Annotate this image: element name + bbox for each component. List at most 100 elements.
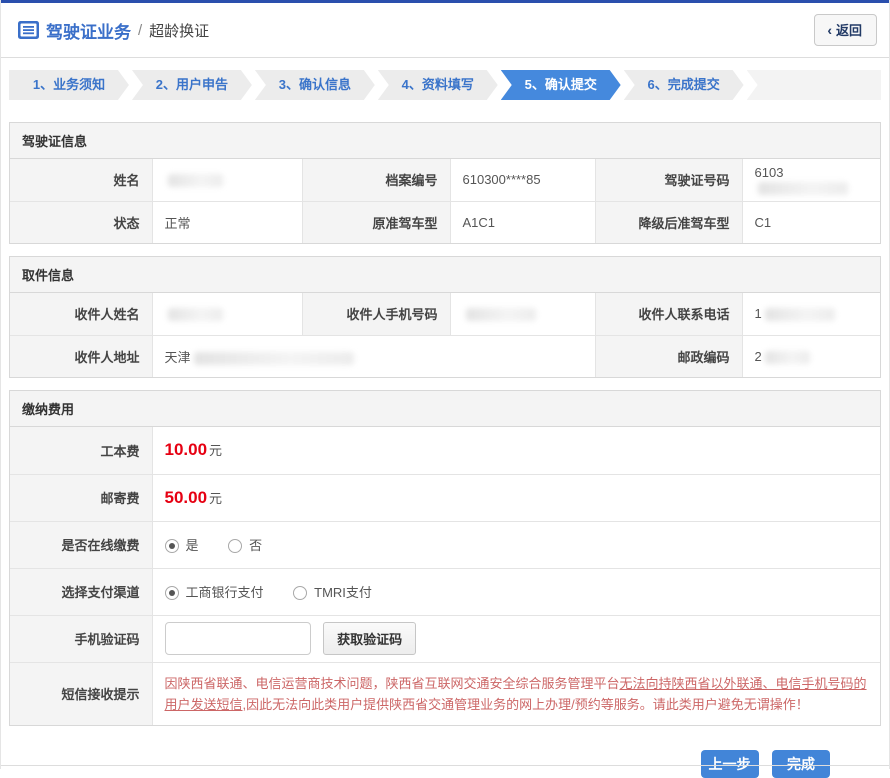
radio-unchecked-icon: [293, 586, 307, 600]
recipient-tel-label: 收件人联系电话: [595, 293, 742, 335]
sms-code-input[interactable]: [165, 622, 311, 655]
radio-channel-tmri[interactable]: TMRI支付: [293, 585, 372, 600]
recipient-name-value: [152, 293, 302, 335]
license-no-label: 驾驶证号码: [595, 159, 742, 201]
step-1-notice[interactable]: 1、业务须知: [9, 70, 129, 100]
redacted-value: [168, 308, 223, 321]
step-nav: 1、业务须知 2、用户申告 3、确认信息 4、资料填写 5、确认提交 6、完成提…: [9, 70, 881, 100]
status-label: 状态: [10, 201, 152, 243]
sms-code-cell: 获取验证码: [152, 615, 880, 662]
table-row: 短信接收提示 因陕西省联通、电信运营商技术问题，陕西省互联网交通安全综合服务管理…: [10, 662, 880, 725]
license-no-value: 6103: [742, 159, 880, 201]
online-pay-label: 是否在线缴费: [10, 521, 152, 568]
chevron-left-icon: ‹: [827, 22, 832, 38]
notice-part2: ,因此无法向此类用户提供陕西省交通管理业务的网上办理/预约等服务。请此类用户避免…: [243, 697, 809, 712]
recipient-mobile-label: 收件人手机号码: [302, 293, 450, 335]
back-button[interactable]: ‹ 返回: [814, 14, 877, 46]
name-label: 姓名: [10, 159, 152, 201]
table-row: 工本费 10.00元: [10, 427, 880, 474]
page-subtitle: 超龄换证: [149, 20, 209, 41]
recipient-tel-value: 1: [742, 293, 880, 335]
orig-class-label: 原准驾车型: [302, 201, 450, 243]
recipient-address-value: 天津: [152, 335, 595, 377]
fee-amount: 10.00: [165, 440, 208, 459]
radio-checked-icon: [165, 539, 179, 553]
radio-online-no[interactable]: 否: [228, 538, 262, 553]
payment-title: 缴纳费用: [10, 391, 880, 427]
work-fee-label: 工本费: [10, 427, 152, 474]
pickup-info-title: 取件信息: [10, 257, 880, 293]
license-info-panel: 驾驶证信息 姓名 档案编号 610300****85 驾驶证号码 6103 状态…: [9, 122, 881, 244]
recipient-address-label: 收件人地址: [10, 335, 152, 377]
page-header: 驾驶证业务 / 超龄换证 ‹ 返回: [1, 3, 889, 58]
sms-notice-label: 短信接收提示: [10, 662, 152, 725]
redacted-value: [765, 351, 810, 364]
mail-fee-value: 50.00元: [152, 474, 880, 521]
radio-channel-icbc[interactable]: 工商银行支付: [165, 585, 264, 600]
radio-online-yes[interactable]: 是: [165, 538, 199, 553]
fee-unit: 元: [209, 491, 222, 506]
table-row: 状态 正常 原准驾车型 A1C1 降级后准驾车型 C1: [10, 201, 880, 243]
postal-code-label: 邮政编码: [595, 335, 742, 377]
table-row: 选择支付渠道 工商银行支付 TMRI支付: [10, 568, 880, 615]
postal-code-value: 2: [742, 335, 880, 377]
redacted-value: [466, 308, 536, 321]
step-4-fill-data[interactable]: 4、资料填写: [378, 70, 498, 100]
radio-label: 是: [186, 538, 199, 553]
step-6-complete[interactable]: 6、完成提交: [624, 70, 744, 100]
pickup-info-panel: 取件信息 收件人姓名 收件人手机号码 收件人联系电话 1 收件人地址 天津 邮政…: [9, 256, 881, 378]
redacted-value: [194, 352, 354, 365]
radio-checked-icon: [165, 586, 179, 600]
name-value: [152, 159, 302, 201]
mail-fee-label: 邮寄费: [10, 474, 152, 521]
table-row: 收件人姓名 收件人手机号码 收件人联系电话 1: [10, 293, 880, 335]
table-row: 收件人地址 天津 邮政编码 2: [10, 335, 880, 377]
step-nav-tail: [747, 70, 881, 100]
sms-notice-text: 因陕西省联通、电信运营商技术问题，陕西省互联网交通安全综合服务管理平台无法向持陕…: [152, 662, 880, 725]
downgraded-class-value: C1: [742, 201, 880, 243]
redacted-value: [168, 174, 223, 187]
pay-channel-options: 工商银行支付 TMRI支付: [152, 568, 880, 615]
sms-code-label: 手机验证码: [10, 615, 152, 662]
fee-amount: 50.00: [165, 488, 208, 507]
list-icon: [18, 21, 39, 39]
redacted-value: [765, 308, 835, 321]
step-5-confirm-submit[interactable]: 5、确认提交: [501, 70, 621, 100]
file-no-label: 档案编号: [302, 159, 450, 201]
file-no-value: 610300****85: [450, 159, 595, 201]
get-code-button[interactable]: 获取验证码: [323, 622, 416, 655]
finish-button[interactable]: 完成: [772, 750, 830, 778]
online-pay-options: 是 否: [152, 521, 880, 568]
table-row: 邮寄费 50.00元: [10, 474, 880, 521]
payment-table: 工本费 10.00元 邮寄费 50.00元 是否在线缴费 是 否 选择支付渠道 …: [10, 427, 880, 725]
payment-panel: 缴纳费用 工本费 10.00元 邮寄费 50.00元 是否在线缴费 是 否 选择…: [9, 390, 881, 726]
step-2-declaration[interactable]: 2、用户申告: [132, 70, 252, 100]
redacted-value: [758, 182, 848, 195]
radio-label: 否: [249, 538, 262, 553]
footer-actions: 上一步 完成: [1, 738, 889, 778]
radio-unchecked-icon: [228, 539, 242, 553]
license-info-title: 驾驶证信息: [10, 123, 880, 159]
previous-step-button[interactable]: 上一步: [701, 750, 759, 778]
page-title: 驾驶证业务: [46, 18, 131, 43]
pay-channel-label: 选择支付渠道: [10, 568, 152, 615]
status-value: 正常: [152, 201, 302, 243]
recipient-mobile-value: [450, 293, 595, 335]
radio-label: 工商银行支付: [186, 585, 264, 600]
license-info-table: 姓名 档案编号 610300****85 驾驶证号码 6103 状态 正常 原准…: [10, 159, 880, 243]
back-button-label: 返回: [836, 23, 862, 38]
page-bottom-border: [1, 765, 889, 766]
work-fee-value: 10.00元: [152, 427, 880, 474]
downgraded-class-label: 降级后准驾车型: [595, 201, 742, 243]
pickup-info-table: 收件人姓名 收件人手机号码 收件人联系电话 1 收件人地址 天津 邮政编码 2: [10, 293, 880, 377]
radio-label: TMRI支付: [314, 585, 372, 600]
fee-unit: 元: [209, 443, 222, 458]
notice-part1: 因陕西省联通、电信运营商技术问题，陕西省互联网交通安全综合服务管理平台: [165, 676, 620, 691]
table-row: 姓名 档案编号 610300****85 驾驶证号码 6103: [10, 159, 880, 201]
orig-class-value: A1C1: [450, 201, 595, 243]
table-row: 手机验证码 获取验证码: [10, 615, 880, 662]
step-3-confirm-info[interactable]: 3、确认信息: [255, 70, 375, 100]
recipient-name-label: 收件人姓名: [10, 293, 152, 335]
table-row: 是否在线缴费 是 否: [10, 521, 880, 568]
breadcrumb-divider: /: [138, 22, 142, 39]
